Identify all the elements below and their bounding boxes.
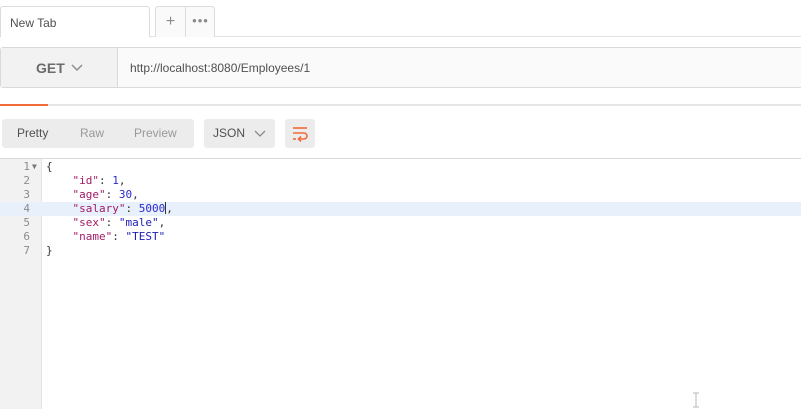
json-value: 30 bbox=[118, 188, 133, 201]
json-key: "name" bbox=[72, 230, 113, 243]
chevron-down-icon bbox=[71, 64, 83, 71]
request-bar: GET bbox=[0, 47, 801, 88]
line-number: 2 bbox=[23, 174, 30, 187]
line-number: 5 bbox=[23, 216, 30, 229]
json-value: "TEST" bbox=[125, 230, 166, 243]
code-text: } bbox=[46, 244, 53, 257]
code-line: 3 "age": 30, bbox=[0, 188, 801, 202]
chevron-down-icon bbox=[254, 130, 266, 137]
json-value: 1 bbox=[112, 174, 119, 187]
more-tabs-button[interactable]: ••• bbox=[186, 7, 215, 37]
json-punct: , bbox=[166, 202, 173, 215]
code-text: "age": 30, bbox=[72, 188, 139, 201]
method-select[interactable]: GET bbox=[1, 48, 118, 87]
view-mode-group: Pretty Raw Preview bbox=[2, 119, 194, 148]
url-input[interactable] bbox=[119, 48, 799, 87]
code-line: 2 "id": 1, bbox=[0, 174, 801, 188]
json-key: "salary" bbox=[72, 202, 126, 215]
code-line: 1 ▼ { bbox=[0, 160, 801, 174]
code-text: "salary": 5000, bbox=[72, 202, 173, 215]
code-text: "name": "TEST" bbox=[72, 230, 166, 243]
json-key: "id" bbox=[72, 174, 100, 187]
json-punct: , bbox=[132, 188, 139, 201]
view-pretty-button[interactable]: Pretty bbox=[17, 126, 48, 140]
wrap-lines-icon bbox=[293, 127, 308, 142]
add-tab-button[interactable]: + bbox=[156, 7, 186, 37]
line-number: 4 bbox=[23, 202, 30, 215]
line-number: 6 bbox=[23, 230, 30, 243]
text-cursor-icon bbox=[693, 392, 699, 408]
response-body[interactable]: 1 ▼ { 2 "id": 1, 3 "age": 30, 4 "salary"… bbox=[0, 158, 801, 409]
code-line: 6 "name": "TEST" bbox=[0, 230, 801, 244]
json-punct: , bbox=[158, 216, 166, 229]
code-line-active: 4 "salary": 5000, bbox=[0, 202, 801, 216]
json-value: 5000 bbox=[138, 202, 166, 215]
response-progress-bar bbox=[0, 104, 801, 106]
json-value: "male" bbox=[118, 216, 159, 229]
line-number: 7 bbox=[23, 244, 30, 257]
json-key: "sex" bbox=[72, 216, 106, 229]
code-line: 7 } bbox=[0, 244, 801, 258]
tab-new-tab[interactable]: New Tab bbox=[0, 6, 150, 37]
tab-bar: New Tab + ••• bbox=[0, 0, 801, 37]
format-label: JSON bbox=[213, 126, 246, 140]
fold-arrow-icon[interactable]: ▼ bbox=[32, 160, 37, 174]
tab-label: New Tab bbox=[10, 16, 57, 30]
line-number: 3 bbox=[23, 188, 30, 201]
tab-actions: + ••• bbox=[155, 6, 215, 37]
json-key: "age" bbox=[72, 188, 106, 201]
view-preview-button[interactable]: Preview bbox=[134, 126, 177, 140]
code-line: 5 "sex": "male", bbox=[0, 216, 801, 230]
line-number: 1 bbox=[23, 160, 30, 173]
code-text: { bbox=[46, 160, 53, 173]
format-select[interactable]: JSON bbox=[204, 119, 275, 148]
json-punct: , bbox=[118, 174, 126, 187]
method-label: GET bbox=[36, 60, 65, 76]
wrap-lines-button[interactable] bbox=[285, 119, 315, 148]
code-text: "sex": "male", bbox=[72, 216, 166, 229]
view-raw-button[interactable]: Raw bbox=[80, 126, 104, 140]
code-text: "id": 1, bbox=[72, 174, 126, 187]
response-progress-fill bbox=[0, 104, 49, 106]
